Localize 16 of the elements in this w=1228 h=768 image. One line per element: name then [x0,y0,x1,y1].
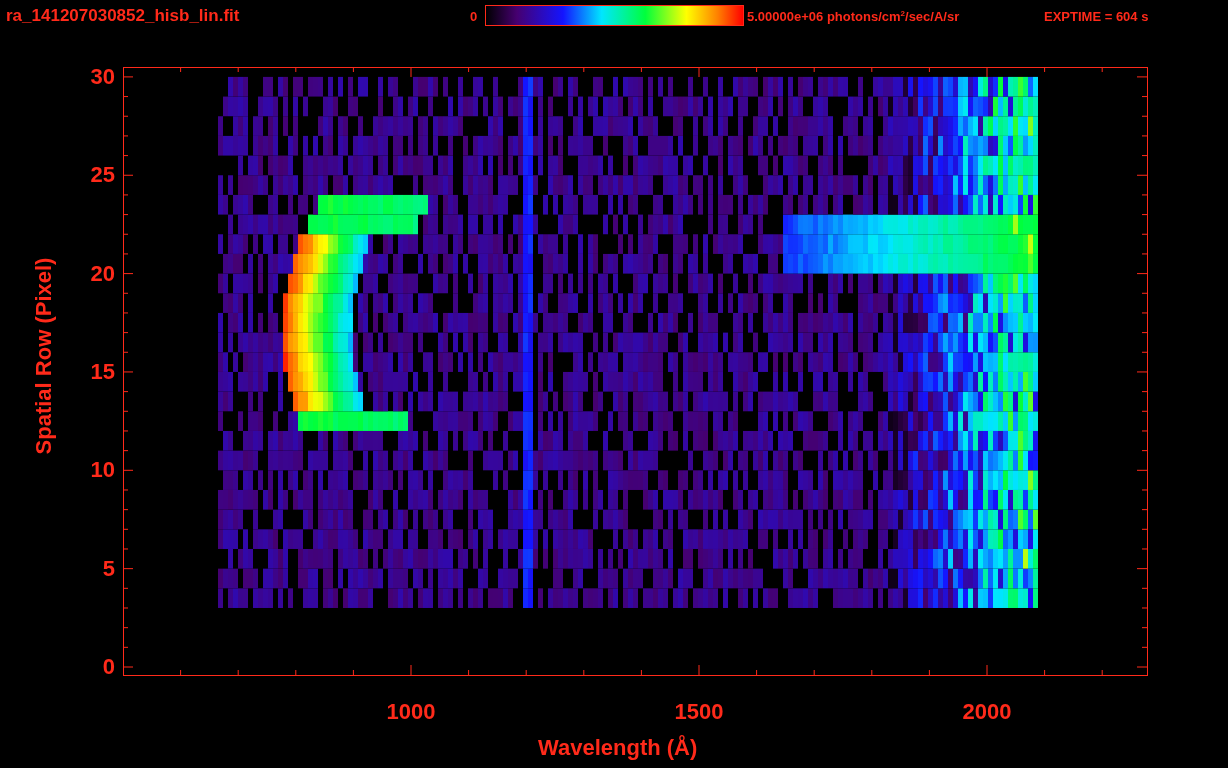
exposure-time: EXPTIME = 604 s [1044,10,1149,23]
file-title: ra_141207030852_hisb_lin.fit [6,7,240,24]
y-tick-label: 5 [101,557,115,580]
colorbar-max-label: 5.00000e+06 photons/cm$^{2}$/sec/A/sr [747,10,960,24]
y-tick-label: 30 [89,65,115,88]
x-tick-label: 2000 [961,701,1013,723]
x-axis-label: Wavelength (Å) [538,737,698,759]
y-tick-label: 15 [89,360,115,383]
y-tick-label: 10 [89,459,115,482]
y-axis-label: Spatial Row (Pixel) [33,257,55,455]
x-tick-label: 1000 [385,701,437,723]
colorbar-min-label: 0 [470,10,478,23]
y-tick-label: 20 [89,262,115,285]
x-tick-label: 1500 [673,701,725,723]
y-tick-label: 0 [101,656,115,678]
y-tick-label: 25 [89,164,115,187]
